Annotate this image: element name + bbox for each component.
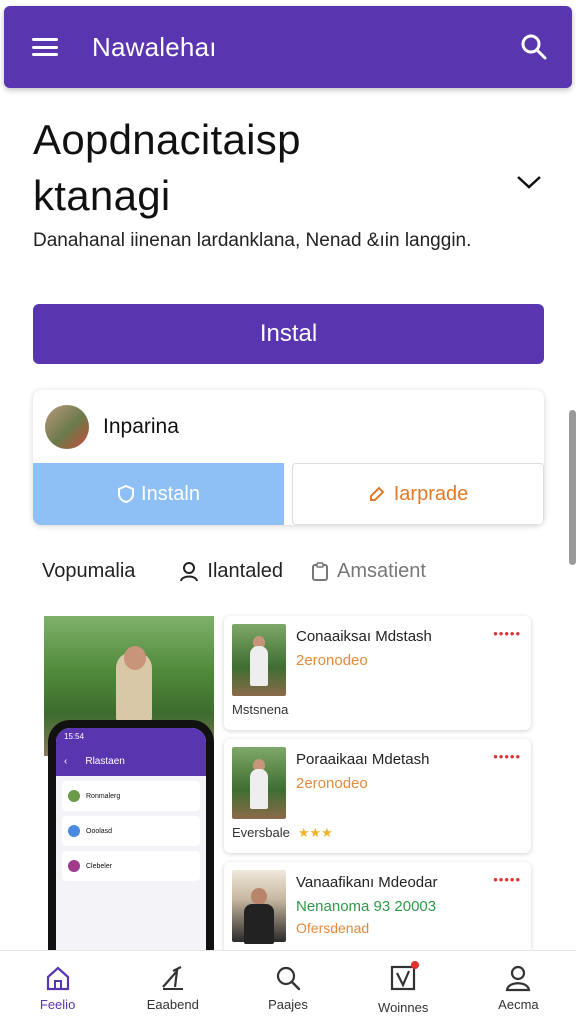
list-item-title: Poraaikaaı Mdetash [296, 751, 430, 768]
edit-icon [369, 486, 385, 501]
nav-item-search[interactable]: Paajes [230, 951, 345, 1024]
install-button[interactable]: Instal [33, 304, 544, 364]
clipboard-icon [312, 561, 329, 581]
phone-list-item: Clebeler [62, 851, 200, 881]
tab-label: Vopumalia [42, 560, 136, 582]
profile-actions: Instaln Iarprade [33, 463, 544, 525]
profile-name: Inparina [103, 414, 179, 438]
page-title-line-2: ktanagi [33, 172, 171, 219]
tab-amsatient[interactable]: Amsatient [311, 560, 426, 583]
avatar [45, 404, 89, 449]
trend-icon [161, 966, 183, 990]
phone-list-item: Ronmalerg [62, 781, 200, 811]
list-item-title: Conaaiksaı Mdstash [296, 628, 432, 645]
notification-wrap [389, 961, 420, 1000]
shield-icon [118, 484, 135, 504]
nav-label: Aecma [498, 997, 539, 1012]
bottom-nav: Feelio Eaabend Paajes Woinnes Aecma [0, 950, 576, 1024]
tab-bar: Vopumalia Ilantaled Amsatient [42, 560, 426, 583]
caption-text: Eversbale [232, 825, 290, 840]
phone-item-label: Ronmalerg [86, 792, 121, 800]
page-subtitle: Danahanal iinenan lardanklana, Nenad &ıi… [33, 230, 472, 251]
scrollbar[interactable] [569, 410, 576, 565]
rating-dots: ••••• [493, 626, 521, 641]
phone-header-title: Rlastaen [85, 755, 125, 767]
page-title: Aopdnacitaisp ktanagi [33, 112, 503, 224]
nav-item-home[interactable]: Feelio [0, 951, 115, 1024]
person-head [124, 646, 146, 670]
chevron-down-icon[interactable] [516, 172, 542, 192]
search-icon [276, 966, 301, 991]
search-icon[interactable] [520, 33, 548, 61]
phone-item-label: Ooolasd [86, 827, 113, 835]
list-item-subtitle: 2eronodeo [296, 652, 368, 669]
phone-item-label: Clebeler [86, 862, 113, 870]
iarprade-label: Iarprade [393, 482, 469, 505]
thumbnail-image [232, 870, 286, 944]
menu-icon[interactable] [32, 38, 58, 56]
app-title: Nawalehaı [92, 31, 217, 62]
instaln-label: Instaln [141, 482, 200, 505]
list-item[interactable]: Poraaikaaı Mdetash 2eronodeo ••••• Evers… [224, 739, 531, 853]
avatar [68, 790, 80, 802]
list-item-subtitle: 2eronodeo [296, 775, 368, 792]
content-list: Conaaiksaı Mdstash 2eronodeo ••••• Mstsn… [224, 616, 531, 985]
iarprade-button[interactable]: Iarprade [292, 463, 544, 525]
person-icon [180, 561, 199, 581]
tab-ilantaled[interactable]: Ilantaled [179, 560, 283, 583]
app-bar: Nawalehaı [4, 6, 572, 88]
caption-text: Ofersdenad [296, 920, 370, 936]
page-title-line-1: Aopdnacitaisp [33, 116, 301, 163]
list-item-caption: Mstsnena [232, 702, 288, 717]
list-item-title: Vanaafikanı Mdeodar [296, 874, 438, 891]
phone-frame: 15:54 ‹ Rlastaen Ronmalerg Ooolasd Clebe… [48, 720, 214, 952]
nav-item-trend[interactable]: Eaabend [115, 951, 230, 1024]
nav-label: Woinnes [378, 1000, 429, 1015]
phone-status-time: 15:54 [56, 728, 206, 746]
list-item[interactable]: Conaaiksaı Mdstash 2eronodeo ••••• Mstsn… [224, 616, 531, 730]
nav-label: Eaabend [146, 997, 199, 1012]
instaln-button[interactable]: Instaln [33, 463, 284, 525]
star-rating: ★★★ [297, 825, 333, 840]
phone-header: ‹ Rlastaen [56, 746, 206, 776]
nav-item-profile[interactable]: Aecma [461, 951, 576, 1024]
profile-row[interactable]: Inparina [33, 390, 544, 463]
list-item-caption: Ofersdenad [296, 920, 369, 936]
nav-label: Feelio [39, 997, 76, 1012]
home-icon [46, 966, 69, 991]
phone-mockup-image: 15:54 ‹ Rlastaen Ronmalerg Ooolasd Clebe… [44, 616, 214, 952]
dot-icon [68, 825, 80, 837]
thumbnail-image [232, 747, 286, 819]
tab-label: Ilantaled [207, 560, 284, 582]
tab-vopumalia[interactable]: Vopumalia [42, 560, 135, 583]
nav-label: Paajes [268, 997, 308, 1012]
nav-item-notifications[interactable]: Woinnes [346, 951, 461, 1024]
back-icon: ‹ [64, 755, 68, 767]
rating-dots: ••••• [493, 749, 521, 764]
tab-label: Amsatient [337, 560, 426, 582]
list-item-subtitle: Nenanoma 93 20003 [296, 898, 437, 915]
profile-icon [506, 965, 531, 992]
notification-badge [411, 961, 420, 969]
caption-text: Mstsnena [232, 702, 289, 717]
profile-card: Inparina Instaln Iarprade [33, 390, 544, 525]
rating-dots: ••••• [493, 872, 521, 887]
phone-screen: 15:54 ‹ Rlastaen Ronmalerg Ooolasd Clebe… [56, 728, 206, 952]
phone-list-item: Ooolasd [62, 816, 200, 846]
list-item-caption: Eversbale ★★★ [232, 825, 333, 841]
thumbnail-image [232, 624, 286, 696]
dot-icon [68, 860, 80, 872]
